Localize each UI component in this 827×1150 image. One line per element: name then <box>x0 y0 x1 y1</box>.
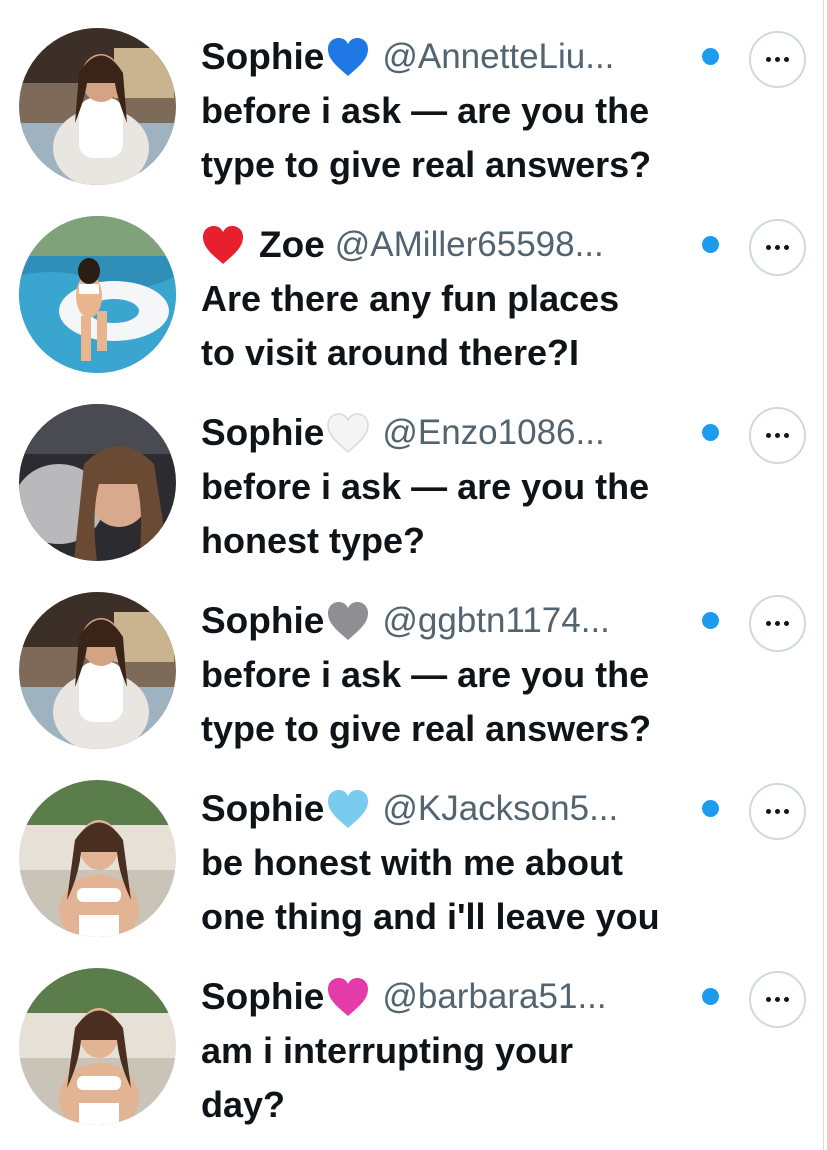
reply-item[interactable]: Sophie @AnnetteLiu... before i ask — are… <box>0 0 827 187</box>
reply-item[interactable]: Sophie @ggbtn1174... before i ask — are … <box>0 564 827 751</box>
reply-header: Zoe @AMiller65598... <box>201 216 721 274</box>
reply-text: before i ask — are you the type to give … <box>201 654 652 749</box>
reply-text: before i ask — are you the type to give … <box>201 90 652 185</box>
display-name[interactable]: Sophie <box>201 412 324 454</box>
reply-item[interactable]: Sophie @KJackson5... be honest with me a… <box>0 752 827 939</box>
more-options-button[interactable] <box>749 31 806 88</box>
light-blue-heart-icon <box>326 788 370 830</box>
red-heart-icon <box>201 224 245 266</box>
reply-header: Sophie @AnnetteLiu... <box>201 28 721 86</box>
avatar[interactable] <box>19 968 176 1125</box>
user-handle[interactable]: @KJackson5... <box>382 789 618 829</box>
user-handle[interactable]: @ggbtn1174... <box>382 601 610 641</box>
reply-feed: Sophie @AnnetteLiu... before i ask — are… <box>0 0 827 1150</box>
display-name[interactable]: Zoe <box>259 224 325 266</box>
reply-header: Sophie @ggbtn1174... <box>201 592 721 650</box>
unread-dot <box>702 988 719 1005</box>
user-handle[interactable]: @AnnetteLiu... <box>382 37 614 77</box>
reply-item[interactable]: Sophie @Enzo1086... before i ask — are y… <box>0 376 827 563</box>
blue-heart-icon <box>326 36 370 78</box>
unread-dot <box>702 424 719 441</box>
unread-dot <box>702 48 719 65</box>
more-options-button[interactable] <box>749 971 806 1028</box>
unread-dot <box>702 800 719 817</box>
reply-text: be honest with me about one thing and i'… <box>201 842 660 937</box>
reply-item[interactable]: Sophie @barbara51... am i interrupting y… <box>0 940 827 1127</box>
pink-heart-icon <box>326 976 370 1018</box>
reply-text: before i ask — are you the honest type? <box>201 466 650 561</box>
reply-text: am i interrupting your day? <box>201 1030 574 1125</box>
avatar[interactable] <box>19 592 176 749</box>
avatar[interactable] <box>19 216 176 373</box>
avatar[interactable] <box>19 28 176 185</box>
reply-item[interactable]: Zoe @AMiller65598... Are there any fun p… <box>0 188 827 375</box>
white-heart-icon <box>326 412 370 454</box>
unread-dot <box>702 236 719 253</box>
reply-header: Sophie @Enzo1086... <box>201 404 721 462</box>
reply-text: Are there any fun places to visit around… <box>201 278 620 373</box>
avatar[interactable] <box>19 780 176 937</box>
reply-header: Sophie @KJackson5... <box>201 780 721 838</box>
display-name[interactable]: Sophie <box>201 36 324 78</box>
more-options-button[interactable] <box>749 595 806 652</box>
display-name[interactable]: Sophie <box>201 976 324 1018</box>
more-options-button[interactable] <box>749 219 806 276</box>
user-handle[interactable]: @barbara51... <box>382 977 606 1017</box>
user-handle[interactable]: @AMiller65598... <box>335 225 604 265</box>
display-name[interactable]: Sophie <box>201 600 324 642</box>
avatar[interactable] <box>19 404 176 561</box>
more-options-button[interactable] <box>749 783 806 840</box>
unread-dot <box>702 612 719 629</box>
grey-heart-icon <box>326 600 370 642</box>
more-options-button[interactable] <box>749 407 806 464</box>
reply-header: Sophie @barbara51... <box>201 968 721 1026</box>
display-name[interactable]: Sophie <box>201 788 324 830</box>
user-handle[interactable]: @Enzo1086... <box>382 413 604 453</box>
